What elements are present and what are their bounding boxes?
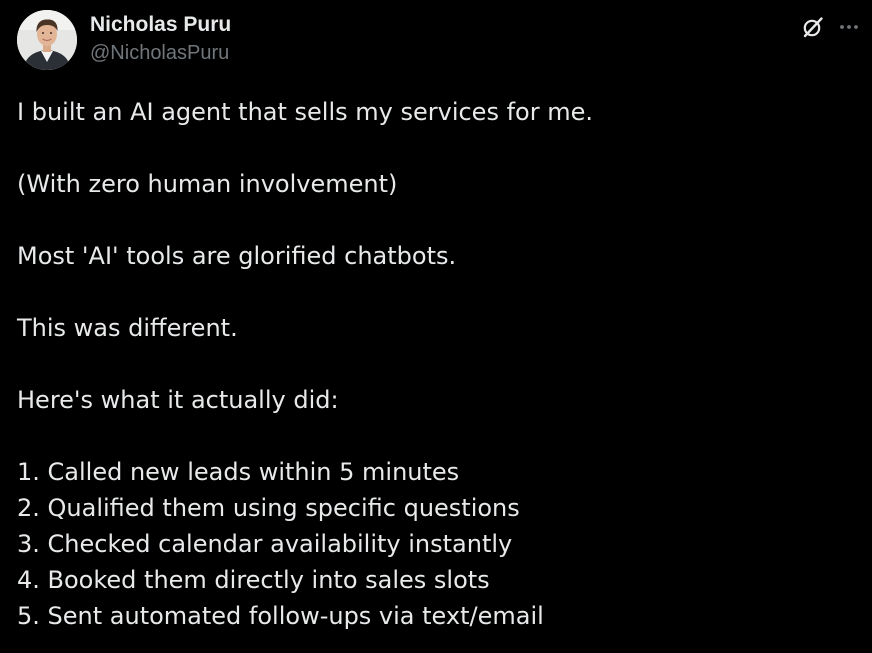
grok-icon <box>803 17 823 38</box>
tweet: Nicholas Puru @NicholasPuru I built an A… <box>0 0 872 653</box>
tweet-text: I built an AI agent that sells my servic… <box>17 94 857 634</box>
tweet-actions <box>800 14 862 40</box>
tweet-paragraph: (With zero human involvement) <box>17 170 398 198</box>
avatar[interactable] <box>17 10 77 70</box>
tweet-paragraph: I built an AI agent that sells my servic… <box>17 98 593 126</box>
author-display-name[interactable]: Nicholas Puru <box>90 13 231 37</box>
list-item: 5. Sent automated follow-ups via text/em… <box>17 602 544 630</box>
list-item: 2. Qualified them using specific questio… <box>17 494 520 522</box>
list-item: 4. Booked them directly into sales slots <box>17 566 490 594</box>
list-item: 1. Called new leads within 5 minutes <box>17 458 460 486</box>
more-icon <box>840 25 858 29</box>
list-item: 3. Checked calendar availability instant… <box>17 530 513 558</box>
tweet-paragraph: Most 'AI' tools are glorified chatbots. <box>17 242 457 270</box>
tweet-paragraph: Here's what it actually did: <box>17 386 339 414</box>
author-handle[interactable]: @NicholasPuru <box>90 40 231 66</box>
grok-button[interactable] <box>800 14 826 40</box>
tweet-header: Nicholas Puru @NicholasPuru <box>17 10 862 70</box>
tweet-paragraph: This was different. <box>17 314 238 342</box>
more-options-button[interactable] <box>836 14 862 40</box>
author-info: Nicholas Puru @NicholasPuru <box>90 13 231 66</box>
avatar-image <box>17 10 77 70</box>
